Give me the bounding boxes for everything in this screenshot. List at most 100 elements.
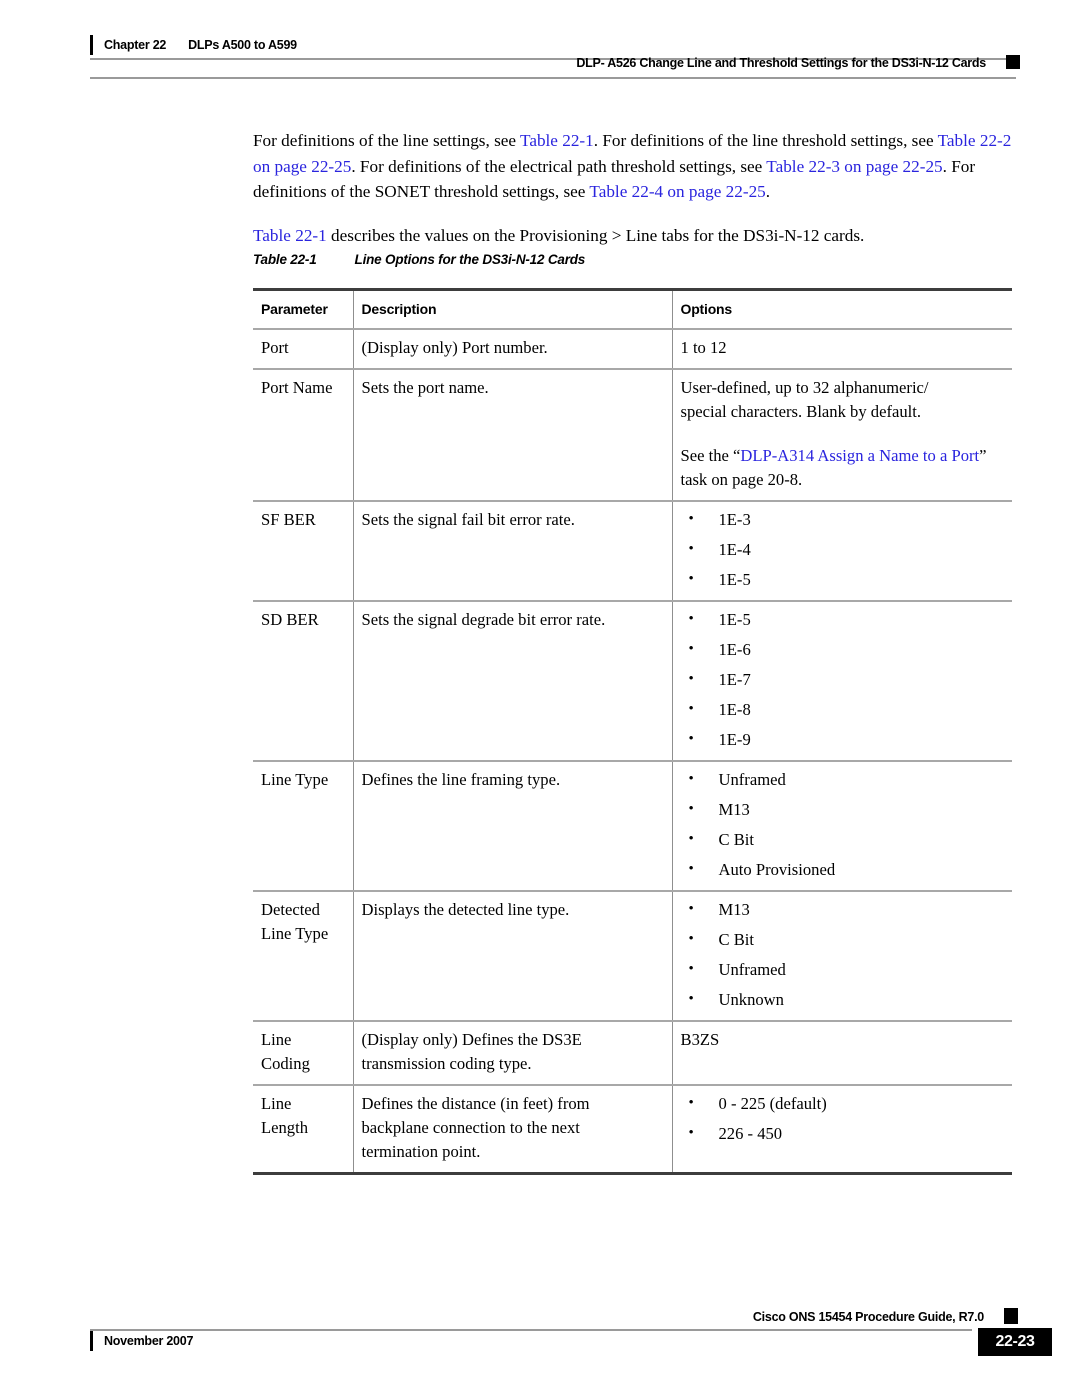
intro-p2-link-0[interactable]: Table 22-1: [253, 226, 327, 245]
description-line: termination point.: [361, 1142, 481, 1161]
option-bullet-list: 1E-5 1E-6 1E-7 1E-8 1E-9: [681, 607, 1005, 752]
description-line: Sets the signal degrade bit error rate.: [361, 610, 606, 629]
option-bullet-item: 1E-3: [681, 507, 1005, 532]
description-line: transmission coding type.: [361, 1054, 532, 1073]
description-line: Sets the port name.: [361, 378, 489, 397]
cell-description: Defines the distance (in feet) from backp…: [352, 1085, 672, 1175]
option-text: 1 to 12: [680, 338, 727, 357]
parameter-line: Coding: [261, 1054, 310, 1073]
table-head: Parameter Description Options: [253, 288, 1012, 330]
parameter-line: Line: [261, 1030, 292, 1049]
line-options-table: Parameter Description Options Port (Displ…: [253, 288, 1012, 1175]
option-text: special characters. Blank by default.: [680, 402, 922, 421]
option-bullet-item: 0 - 225 (default): [681, 1091, 1005, 1116]
option-bullet-item: C Bit: [681, 827, 1005, 852]
option-bullet-item: 1E-5: [681, 567, 1005, 592]
option-bullet-item: 1E-5: [681, 607, 1005, 632]
option-bullet-item: C Bit: [681, 927, 1005, 952]
cell-parameter: Line Length: [253, 1085, 353, 1175]
option-note-1-link-1[interactable]: DLP-A314 Assign a Name to a Port: [740, 446, 979, 465]
description-line: (Display only) Defines the DS3E: [361, 1030, 582, 1049]
cell-parameter: Line Coding: [253, 1021, 353, 1086]
footer-square-marker: [1004, 1308, 1018, 1324]
parameter-line: SD BER: [261, 610, 319, 629]
table-row: Line Type Defines the line framing type. U…: [253, 761, 1012, 892]
option-bullet-list: M13 C Bit Unframed Unknown: [681, 897, 1005, 1012]
option-bullet-item: Unframed: [681, 767, 1005, 792]
description-line: (Display only) Port number.: [361, 338, 548, 357]
table-row: SF BER Sets the signal fail bit error rat…: [253, 501, 1012, 602]
intro-p2-text-1: describes the values on the Provisioning…: [326, 225, 865, 245]
cell-options: User-defined, up to 32 alphanumeric/spec…: [671, 369, 1012, 502]
table-row: SD BER Sets the signal degrade bit error …: [253, 601, 1012, 762]
parameter-line: Port Name: [261, 378, 333, 397]
cell-options: M13 C Bit Unframed Unknown: [671, 891, 1012, 1022]
cell-description: Defines the line framing type.: [352, 761, 672, 892]
option-text: B3ZS: [680, 1030, 720, 1049]
cell-description: (Display only) Port number.: [352, 329, 672, 370]
option-bullet-item: 1E-8: [681, 697, 1005, 722]
table-row: Line Coding (Display only) Defines the DS3…: [253, 1021, 1012, 1086]
parameter-line: Length: [261, 1118, 309, 1137]
option-bullet-list: 0 - 225 (default) 226 - 450: [681, 1091, 1005, 1146]
option-bullet-item: M13: [681, 797, 1005, 822]
header-chapter-subject: DLPs A500 to A599: [188, 38, 297, 52]
intro-p1-link-1[interactable]: Table 22-1: [520, 131, 594, 150]
cell-options: 0 - 225 (default) 226 - 450: [671, 1085, 1012, 1175]
option-bullet-item: Unknown: [681, 987, 1005, 1012]
option-bullet-item: 1E-4: [681, 537, 1005, 562]
intro-paragraph-2: Table 22-1 describes the values on the P…: [253, 223, 1013, 249]
header-document-title: DLP- A526 Change Line and Threshold Sett…: [576, 56, 986, 70]
option-bullet-item: M13: [681, 897, 1005, 922]
header-chapter: Chapter 22 DLPs A500 to A599: [104, 38, 297, 52]
parameter-line: SF BER: [261, 510, 316, 529]
cell-parameter: Port Name: [253, 369, 353, 502]
header-square-marker: [1006, 55, 1020, 69]
column-header-options: Options: [671, 288, 1012, 330]
cell-description: Displays the detected line type.: [352, 891, 672, 1022]
header-left-marker: [90, 35, 93, 55]
parameter-line: Detected: [261, 900, 320, 919]
cell-description: Sets the signal degrade bit error rate.: [352, 601, 672, 762]
option-note: See the “DLP-A314 Assign a Name to a Por…: [681, 444, 1005, 492]
intro-p1-link-5[interactable]: Table 22-3 on page 22-25: [766, 157, 942, 176]
option-bullet-item: 1E-7: [681, 667, 1005, 692]
header-chapter-number: Chapter 22: [104, 38, 167, 52]
parameter-line: Port: [261, 338, 289, 357]
option-bullet-item: Auto Provisioned: [681, 857, 1005, 882]
table-row: Port Name Sets the port name. User-defined…: [253, 369, 1012, 502]
footer-page-number: 22-23: [978, 1328, 1052, 1356]
option-bullet-list: Unframed M13 C Bit Auto Provisioned: [681, 767, 1005, 882]
cell-parameter: Detected Line Type: [253, 891, 353, 1022]
description-line: backplane connection to the next: [361, 1118, 580, 1137]
option-bullet-list: 1E-3 1E-4 1E-5: [681, 507, 1005, 592]
option-note-1-text-3: page 20-8: [732, 470, 799, 489]
description-line: Displays the detected line type.: [361, 900, 570, 919]
page-header: Chapter 22 DLPs A500 to A599 DLP- A526 Ch…: [0, 0, 1080, 90]
option-bullet-item: Unframed: [681, 957, 1005, 982]
cell-parameter: Line Type: [253, 761, 353, 892]
cell-parameter: SF BER: [253, 501, 353, 602]
table-body: Port (Display only) Port number. 1 to 12 Po…: [253, 329, 1012, 1175]
table-row: Line Length Defines the distance (in feet)…: [253, 1085, 1012, 1175]
option-note-1-text-0: See the “: [680, 446, 741, 465]
cell-options: 1E-3 1E-4 1E-5: [671, 501, 1012, 602]
intro-p1-text-4: . For definitions of the electrical path…: [351, 156, 767, 176]
cell-options: 1E-5 1E-6 1E-7 1E-8 1E-9: [671, 601, 1012, 762]
cell-description: Sets the port name.: [352, 369, 672, 502]
intro-p1-text-2: . For definitions of the line threshold …: [593, 131, 938, 150]
cell-description: Sets the signal fail bit error rate.: [352, 501, 672, 602]
cell-description: (Display only) Defines the DS3E transmiss…: [352, 1021, 672, 1086]
intro-p1-link-7[interactable]: Table 22-4 on page 22-25: [589, 182, 765, 201]
intro-p1-text-0: For definitions of the line settings, se…: [253, 131, 521, 150]
table-caption-number: Table 22-1: [253, 252, 317, 267]
table-row: Port (Display only) Port number. 1 to 12: [253, 329, 1012, 370]
cell-options: Unframed M13 C Bit Auto Provisioned: [671, 761, 1012, 892]
table-row: Detected Line Type Displays the detected l…: [253, 891, 1012, 1022]
footer-guide-title: Cisco ONS 15454 Procedure Guide, R7.0: [752, 1310, 984, 1324]
column-header-description: Description: [352, 288, 672, 330]
option-bullet-item: 226 - 450: [681, 1121, 1005, 1146]
cell-parameter: SD BER: [253, 601, 353, 762]
table-header-row: Parameter Description Options: [253, 288, 1012, 330]
body-content: For definitions of the line settings, se…: [253, 128, 1013, 266]
